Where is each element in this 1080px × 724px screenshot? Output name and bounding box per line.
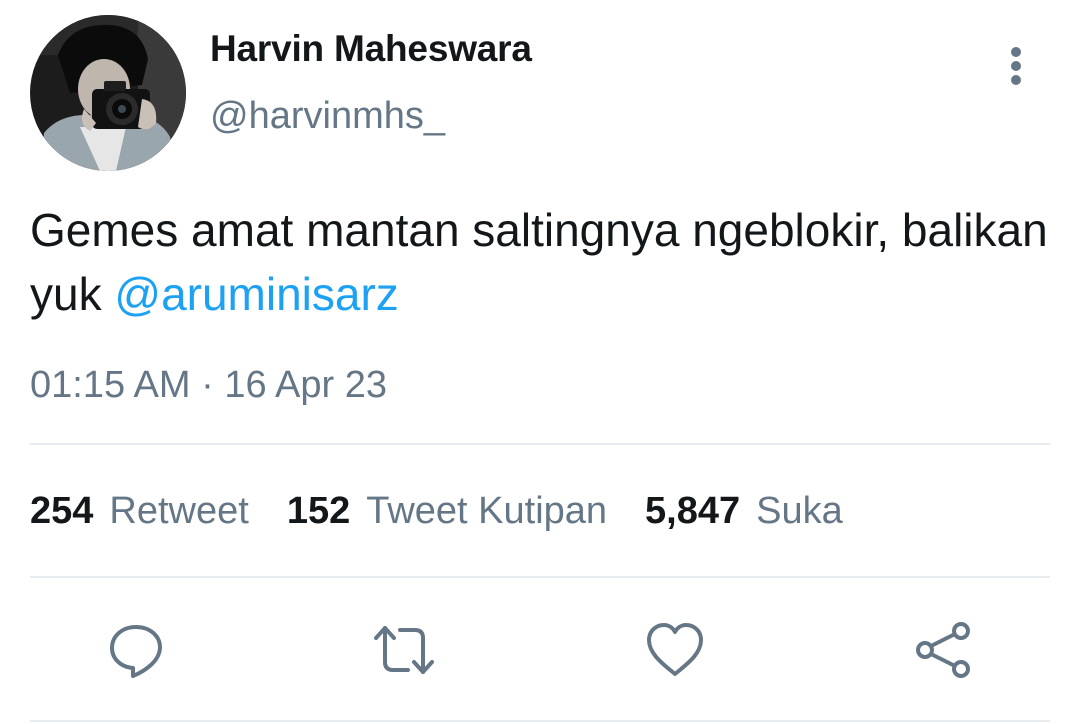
heart-icon [647, 623, 703, 676]
quote-tweets-count: 152 [286, 490, 351, 532]
mention-link[interactable]: @aruminisarz [114, 268, 398, 320]
reply-icon [110, 625, 162, 678]
author-handle[interactable]: @harvinmhs_ [210, 95, 445, 138]
author-display-name[interactable]: Harvin Maheswara [210, 28, 532, 70]
share-button[interactable] [912, 618, 976, 682]
like-button[interactable] [643, 618, 707, 682]
retweets-count: 254 [30, 490, 94, 532]
share-icon [916, 622, 970, 678]
divider [30, 720, 1050, 722]
more-vertical-icon [1011, 47, 1021, 85]
divider [30, 443, 1050, 445]
tweet-stats: 254 Retweet 152 Tweet Kutipan 5,847 Suka [30, 490, 881, 533]
retweets-label: Retweet [109, 490, 249, 532]
likes-label: Suka [756, 490, 843, 532]
divider [30, 576, 1050, 578]
tweet-timestamp[interactable]: 01:15 AM · 16 Apr 23 [30, 364, 387, 407]
quote-tweets-stat[interactable]: 152 Tweet Kutipan [287, 490, 607, 533]
avatar[interactable] [30, 15, 186, 171]
retweet-icon [374, 626, 434, 674]
more-options-button[interactable] [996, 42, 1036, 90]
retweets-stat[interactable]: 254 Retweet [30, 490, 249, 533]
likes-count: 5,847 [645, 490, 741, 532]
avatar-image [30, 15, 186, 171]
reply-button[interactable] [104, 618, 168, 682]
retweet-button[interactable] [372, 618, 436, 682]
tweet-text: Gemes amat mantan saltingnya ngeblokir, … [30, 198, 1060, 326]
likes-stat[interactable]: 5,847 Suka [645, 490, 843, 533]
quote-tweets-label: Tweet Kutipan [366, 490, 608, 532]
